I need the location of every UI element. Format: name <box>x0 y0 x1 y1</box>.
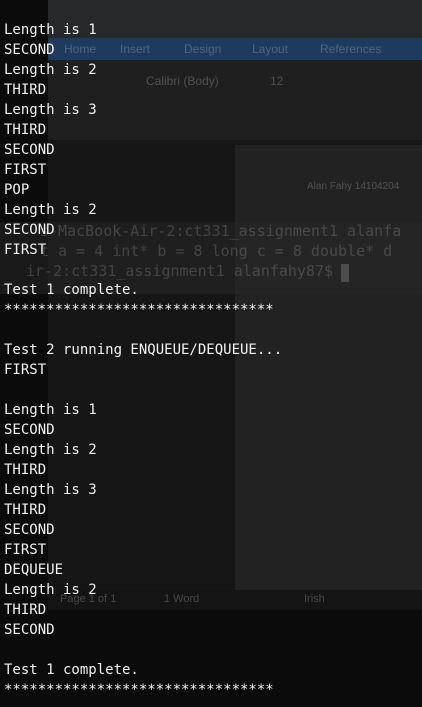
terminal-line: FIRST <box>4 242 47 258</box>
terminal-line: Length is 1 <box>4 22 97 38</box>
terminal-line: Length is 2 <box>4 582 97 598</box>
terminal-line: Test 1 complete. <box>4 282 139 298</box>
terminal-line: Test 2 running ENQUEUE/DEQUEUE... <box>4 342 283 358</box>
terminal-line: DEQUEUE <box>4 562 64 578</box>
terminal-line: THIRD <box>4 122 47 138</box>
terminal-line: ******************************** <box>4 302 274 318</box>
terminal-line: THIRD <box>4 82 47 98</box>
terminal-line: FIRST <box>4 162 47 178</box>
terminal-line: THIRD <box>4 502 47 518</box>
terminal-line: SECOND <box>4 622 55 638</box>
terminal-line: Test 1 complete. <box>4 662 139 678</box>
terminal-line: THIRD <box>4 462 47 478</box>
terminal-line: Length is 2 <box>4 62 97 78</box>
terminal-line: SECOND <box>4 42 55 58</box>
terminal-line: SECOND <box>4 142 55 158</box>
terminal-line: SECOND <box>4 422 55 438</box>
terminal-line: Length is 3 <box>4 102 97 118</box>
terminal-line: Length is 3 <box>4 482 97 498</box>
terminal-line: ******************************** <box>4 682 274 698</box>
terminal-line: Length is 2 <box>4 442 97 458</box>
terminal-line: FIRST <box>4 542 47 558</box>
terminal-line: Length is 1 <box>4 402 97 418</box>
terminal-line: POP <box>4 182 30 198</box>
terminal-output[interactable]: Length is 1 SECOND Length is 2 THIRD Len… <box>0 0 422 707</box>
terminal-line: THIRD <box>4 602 47 618</box>
terminal-line: FIRST <box>4 362 47 378</box>
terminal-line: SECOND <box>4 522 55 538</box>
terminal-line: Length is 2 <box>4 202 97 218</box>
terminal-line: SECOND <box>4 222 55 238</box>
